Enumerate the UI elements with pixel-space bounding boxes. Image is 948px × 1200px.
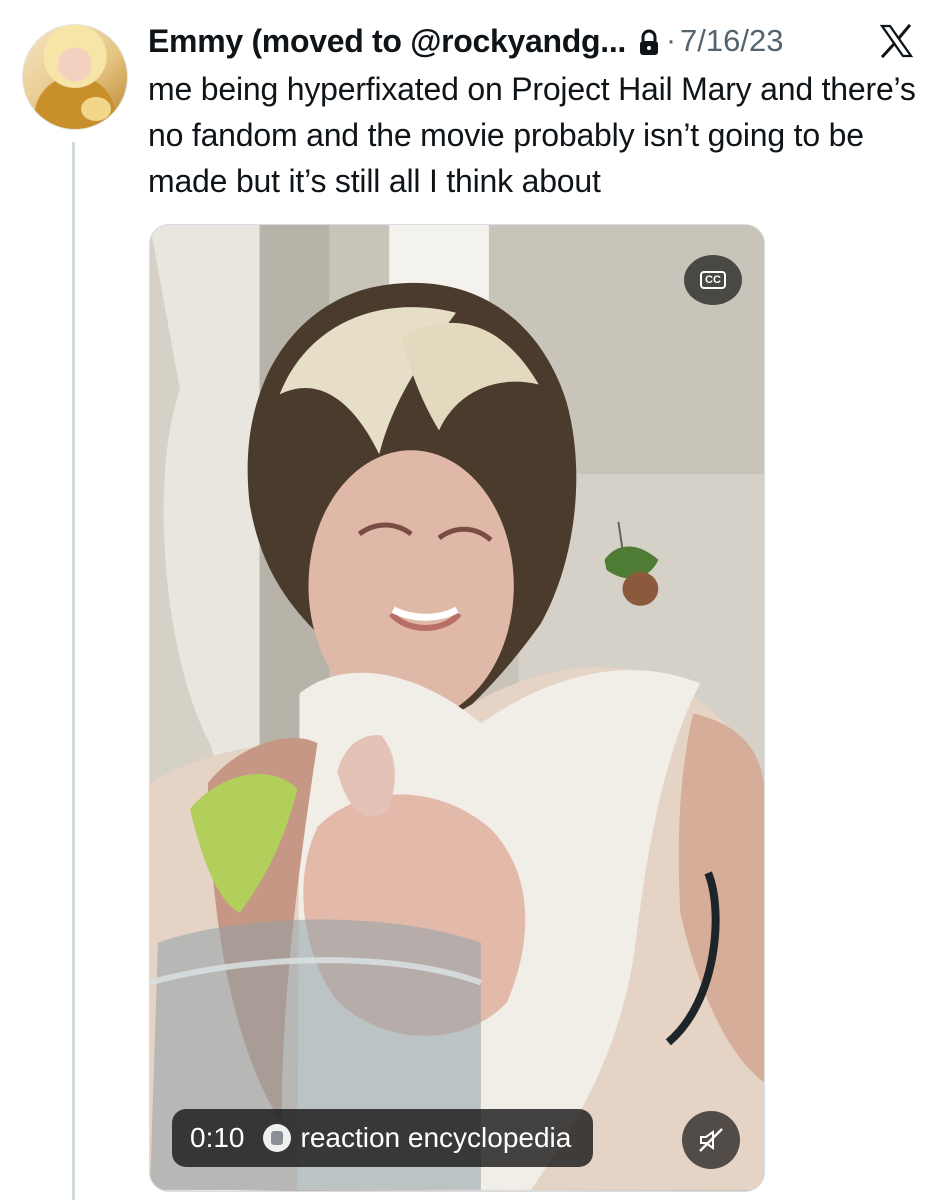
closed-captions-button[interactable]: CC bbox=[684, 255, 742, 305]
user-avatar[interactable] bbox=[22, 24, 128, 130]
thread-connector-line bbox=[72, 142, 75, 1200]
avatar-gold-detail bbox=[81, 97, 111, 121]
video-player[interactable]: CC 0:10 reaction encyclopedia bbox=[149, 224, 765, 1192]
video-source[interactable]: reaction encyclopedia bbox=[301, 1122, 572, 1154]
x-logo[interactable] bbox=[878, 23, 914, 59]
closed-captions-icon: CC bbox=[700, 271, 726, 289]
source-icon bbox=[262, 1124, 291, 1152]
video-timestamp: 0:10 bbox=[190, 1122, 245, 1153]
muted-speaker-icon bbox=[699, 1128, 723, 1152]
meta-separator: · bbox=[666, 24, 677, 57]
video-frame bbox=[150, 225, 764, 1190]
tweet-text: me being hyperfixated on Project Hail Ma… bbox=[148, 71, 916, 199]
video-info-pill: 0:10 reaction encyclopedia bbox=[172, 1109, 594, 1167]
tweet-header: Emmy (moved to @rockyandg... · 7/16/23 bbox=[148, 18, 928, 64]
lock-icon bbox=[638, 29, 660, 57]
mute-toggle-button[interactable] bbox=[682, 1111, 740, 1169]
tweet-date[interactable]: 7/16/23 bbox=[680, 23, 783, 59]
author-name[interactable]: Emmy (moved to @rockyandg... bbox=[148, 23, 626, 60]
